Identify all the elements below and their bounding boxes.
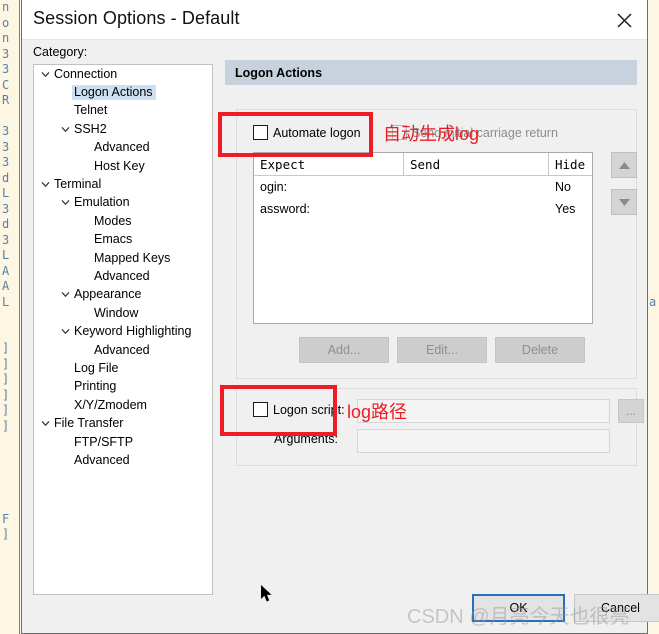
annotation-note-automate-logon: 自动生成log bbox=[383, 124, 480, 144]
sidebar-item-appearance[interactable]: Appearance bbox=[34, 286, 212, 304]
ok-button[interactable]: OK bbox=[472, 594, 565, 622]
background-window-left-strip: n o n 3 3 C R 3 3 3 d L 3 d 3 L A A L ] … bbox=[0, 0, 20, 634]
sidebar-item-label: Modes bbox=[94, 213, 132, 228]
delete-button[interactable]: Delete bbox=[495, 337, 585, 363]
chevron-down-icon[interactable] bbox=[38, 420, 52, 427]
sidebar-item-x-y-zmodem[interactable]: X/Y/Zmodem bbox=[34, 396, 212, 414]
logon-actions-table[interactable]: Expect Send Hide ogin: No assword: Yes bbox=[253, 152, 593, 324]
sidebar-item-connection[interactable]: Connection bbox=[34, 65, 212, 83]
table-cell-hide: No bbox=[555, 180, 571, 194]
sidebar-item-label: Advanced bbox=[74, 452, 130, 467]
sidebar-item-label: Emacs bbox=[94, 232, 133, 247]
sidebar-item-ssh2[interactable]: SSH2 bbox=[34, 120, 212, 138]
sidebar-item-keyword-highlighting[interactable]: Keyword Highlighting bbox=[34, 322, 212, 340]
sidebar-item-advanced[interactable]: Advanced bbox=[34, 341, 212, 359]
column-header-send[interactable]: Send bbox=[404, 153, 549, 175]
logon-script-group: Logon script: ... Arguments: bbox=[236, 388, 644, 466]
sidebar-item-label: Mapped Keys bbox=[94, 250, 171, 265]
sidebar-item-telnet[interactable]: Telnet bbox=[34, 102, 212, 120]
sidebar-item-mapped-keys[interactable]: Mapped Keys bbox=[34, 249, 212, 267]
logon-script-checkbox-row[interactable]: Logon script: bbox=[253, 402, 345, 417]
annotation-note-logon-script: log路径 bbox=[347, 402, 408, 422]
automate-logon-checkbox-row[interactable]: Automate logon bbox=[253, 125, 361, 140]
close-icon[interactable] bbox=[601, 0, 647, 40]
sidebar-item-advanced[interactable]: Advanced bbox=[34, 139, 212, 157]
background-window-right-strip: a bbox=[647, 0, 659, 634]
browse-button[interactable]: ... bbox=[618, 399, 644, 423]
sidebar-item-file-transfer[interactable]: File Transfer bbox=[34, 414, 212, 432]
chevron-down-icon[interactable] bbox=[38, 71, 52, 78]
section-header-logon-actions: Logon Actions bbox=[225, 60, 637, 85]
sidebar-item-modes[interactable]: Modes bbox=[34, 212, 212, 230]
sidebar-item-label: Emulation bbox=[74, 195, 130, 210]
sidebar-item-label: Advanced bbox=[94, 268, 150, 283]
sidebar-item-window[interactable]: Window bbox=[34, 304, 212, 322]
chevron-down-icon[interactable] bbox=[38, 181, 52, 188]
table-header-row: Expect Send Hide bbox=[254, 153, 592, 176]
table-cell-send bbox=[404, 176, 549, 198]
table-cell-expect: ogin: bbox=[260, 180, 288, 194]
sidebar-item-label: File Transfer bbox=[54, 416, 124, 431]
chevron-down-icon[interactable] bbox=[58, 291, 72, 298]
table-cell-hide: Yes bbox=[555, 202, 576, 216]
sidebar-item-label: Window bbox=[94, 305, 139, 320]
sidebar-item-label: Host Key bbox=[94, 158, 145, 173]
sidebar-item-label: SSH2 bbox=[74, 121, 107, 136]
chevron-down-icon[interactable] bbox=[58, 199, 72, 206]
background-text-fragments-right: a bbox=[649, 295, 657, 309]
sidebar-item-host-key[interactable]: Host Key bbox=[34, 157, 212, 175]
session-options-dialog: Session Options - Default Category: Conn… bbox=[21, 0, 659, 634]
cancel-button[interactable]: Cancel bbox=[574, 594, 659, 622]
automate-logon-label: Automate logon bbox=[273, 125, 361, 140]
chevron-down-icon[interactable] bbox=[58, 126, 72, 133]
sidebar-item-label: Advanced bbox=[94, 342, 150, 357]
dialog-titlebar: Session Options - Default bbox=[22, 0, 647, 40]
table-row[interactable]: ogin: No bbox=[254, 176, 592, 198]
table-cell-expect: assword: bbox=[260, 202, 311, 216]
column-header-hide[interactable]: Hide bbox=[549, 153, 592, 175]
arguments-input[interactable] bbox=[357, 429, 610, 453]
sidebar-item-label: Appearance bbox=[74, 287, 142, 302]
sidebar-item-logon-actions[interactable]: Logon Actions bbox=[34, 83, 212, 101]
edit-button[interactable]: Edit... bbox=[397, 337, 487, 363]
category-label: Category: bbox=[33, 45, 88, 59]
automate-logon-group: Automate logon Send initial carriage ret… bbox=[236, 109, 637, 379]
column-header-expect[interactable]: Expect bbox=[254, 153, 404, 175]
chevron-up-icon[interactable] bbox=[611, 152, 637, 178]
sidebar-item-label: Telnet bbox=[74, 103, 108, 118]
logon-script-checkbox[interactable] bbox=[253, 402, 268, 417]
sidebar-item-log-file[interactable]: Log File bbox=[34, 359, 212, 377]
sidebar-item-advanced[interactable]: Advanced bbox=[34, 267, 212, 285]
sidebar-item-ftp-sftp[interactable]: FTP/SFTP bbox=[34, 433, 212, 451]
sidebar-item-label: Keyword Highlighting bbox=[74, 324, 192, 339]
sidebar-item-emacs[interactable]: Emacs bbox=[34, 231, 212, 249]
sidebar-item-label: Connection bbox=[54, 66, 118, 81]
sidebar-item-label: Printing bbox=[74, 379, 117, 394]
category-tree[interactable]: Connection Logon Actions Telnet SSH2 Advance… bbox=[33, 64, 213, 595]
automate-logon-checkbox[interactable] bbox=[253, 125, 268, 140]
sidebar-item-label: FTP/SFTP bbox=[74, 434, 134, 449]
dialog-title: Session Options - Default bbox=[33, 8, 240, 28]
table-row[interactable]: assword: Yes bbox=[254, 198, 592, 220]
chevron-down-icon[interactable] bbox=[58, 328, 72, 335]
sidebar-item-label: Advanced bbox=[94, 140, 150, 155]
logon-script-label: Logon script: bbox=[273, 402, 345, 417]
sidebar-item-terminal[interactable]: Terminal bbox=[34, 175, 212, 193]
sidebar-item-advanced[interactable]: Advanced bbox=[34, 451, 212, 469]
sidebar-item-label: Terminal bbox=[54, 177, 102, 192]
sidebar-item-label: Log File bbox=[74, 360, 119, 375]
sidebar-item-emulation[interactable]: Emulation bbox=[34, 194, 212, 212]
sidebar-item-printing[interactable]: Printing bbox=[34, 378, 212, 396]
background-text-fragments-left: n o n 3 3 C R 3 3 3 d L 3 d 3 L A A L ] … bbox=[2, 0, 10, 541]
add-button[interactable]: Add... bbox=[299, 337, 389, 363]
sidebar-item-label: Logon Actions bbox=[72, 85, 156, 101]
table-cell-send bbox=[404, 198, 549, 220]
sidebar-item-label: X/Y/Zmodem bbox=[74, 397, 147, 412]
chevron-down-icon[interactable] bbox=[611, 189, 637, 215]
arguments-label: Arguments: bbox=[274, 432, 338, 446]
